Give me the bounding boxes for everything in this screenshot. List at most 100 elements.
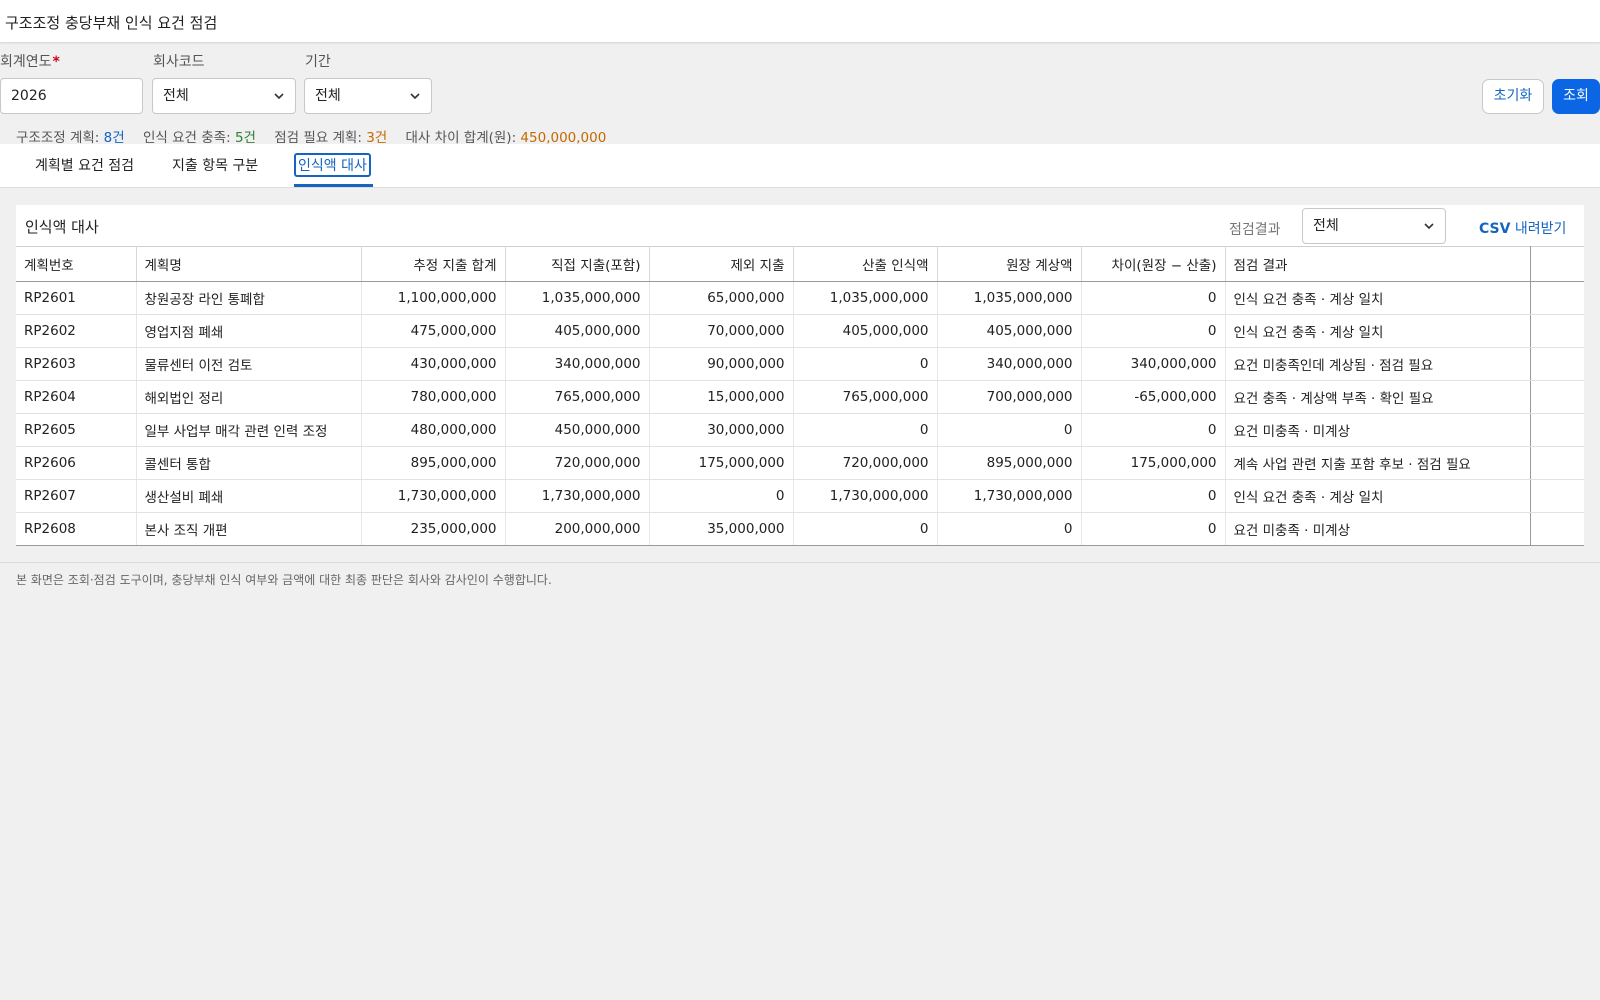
table-cell: 235,000,000 bbox=[361, 512, 506, 546]
table-cell-empty bbox=[1530, 512, 1584, 546]
table-cell: 1,035,000,000 bbox=[937, 281, 1082, 315]
table-cell: 요건 미충족 · 미계상 bbox=[1225, 413, 1531, 447]
table-cell: 405,000,000 bbox=[505, 314, 650, 348]
table-cell: 765,000,000 bbox=[505, 380, 650, 414]
table-cell: 340,000,000 bbox=[937, 347, 1082, 381]
table-header-row: 계획번호 계획명 추정 지출 합계 직접 지출(포함) 제외 지출 산출 인식액… bbox=[16, 246, 1584, 282]
table-cell: 65,000,000 bbox=[649, 281, 794, 315]
tab-plan-requirements[interactable]: 계획별 요건 점검 bbox=[35, 155, 134, 175]
footer-divider bbox=[0, 562, 1600, 563]
tab-expense-classification[interactable]: 지출 항목 구분 bbox=[172, 155, 258, 175]
table-row[interactable]: RP2603 물류센터 이전 검토 430,000,000 340,000,000 90… bbox=[16, 347, 1584, 381]
table-cell: 0 bbox=[1081, 413, 1226, 447]
table-cell: RP2604 bbox=[16, 380, 137, 414]
table-row[interactable]: RP2601 창원공장 라인 통폐합 1,100,000,000 1,035,000,… bbox=[16, 281, 1584, 315]
page-title: 구조조정 충당부채 인식 요건 점검 bbox=[5, 14, 218, 32]
chevron-down-icon bbox=[1424, 223, 1434, 230]
table-cell: 요건 미충족 · 미계상 bbox=[1225, 512, 1531, 546]
fiscal-year-input[interactable]: 2026 bbox=[0, 78, 143, 114]
table-cell: 340,000,000 bbox=[1081, 347, 1226, 381]
table-cell: 1,035,000,000 bbox=[793, 281, 938, 315]
table-cell: 15,000,000 bbox=[649, 380, 794, 414]
table-cell-empty bbox=[1530, 347, 1584, 381]
chevron-down-icon bbox=[410, 93, 420, 100]
table-cell: 0 bbox=[1081, 512, 1226, 546]
table-cell: 430,000,000 bbox=[361, 347, 506, 381]
table-row[interactable]: RP2607 생산설비 폐쇄 1,730,000,000 1,730,000,000 0… bbox=[16, 479, 1584, 513]
table-cell: 175,000,000 bbox=[649, 446, 794, 480]
table-cell: 720,000,000 bbox=[505, 446, 650, 480]
table-cell: 200,000,000 bbox=[505, 512, 650, 546]
table-row[interactable]: RP2602 영업지점 폐쇄 475,000,000 405,000,000 70,00… bbox=[16, 314, 1584, 348]
column-header[interactable]: 계획번호 bbox=[16, 246, 137, 282]
table-cell-empty bbox=[1530, 380, 1584, 414]
table-cell: 0 bbox=[1081, 314, 1226, 348]
table-cell: 계속 사업 관련 지출 포함 후보 · 점검 필요 bbox=[1225, 446, 1531, 480]
column-header[interactable]: 산출 인식액 bbox=[793, 246, 938, 282]
table-cell: -65,000,000 bbox=[1081, 380, 1226, 414]
table-cell: 요건 미충족인데 계상됨 · 점검 필요 bbox=[1225, 347, 1531, 381]
table-cell: 콜센터 통합 bbox=[136, 446, 362, 480]
table-cell-empty bbox=[1530, 314, 1584, 348]
tab-bar: 계획별 요건 점검 지출 항목 구분 인식액 대사 bbox=[0, 144, 1600, 188]
csv-download-link[interactable]: CSV 내려받기 bbox=[1479, 218, 1566, 238]
table-cell: 인식 요건 충족 · 계상 일치 bbox=[1225, 479, 1531, 513]
table-cell: RP2607 bbox=[16, 479, 137, 513]
table-cell: 1,730,000,000 bbox=[505, 479, 650, 513]
fiscal-year-label: 회계연도* bbox=[0, 54, 60, 70]
column-header[interactable]: 점검 결과 bbox=[1225, 246, 1531, 282]
company-code-select[interactable]: 전체 bbox=[152, 78, 296, 114]
table-cell: 본사 조직 개편 bbox=[136, 512, 362, 546]
table-cell: 해외법인 정리 bbox=[136, 380, 362, 414]
period-select[interactable]: 전체 bbox=[304, 78, 432, 114]
reset-button[interactable]: 초기화 bbox=[1482, 79, 1544, 114]
table-cell: 895,000,000 bbox=[361, 446, 506, 480]
table-cell: 765,000,000 bbox=[793, 380, 938, 414]
column-header[interactable]: 직접 지출(포함) bbox=[505, 246, 650, 282]
table-cell-empty bbox=[1530, 446, 1584, 480]
summary-bar: 구조조정 계획: 8건 인식 요건 충족: 5건 점검 필요 계획: 3건 대사… bbox=[16, 126, 620, 146]
table-cell: 720,000,000 bbox=[793, 446, 938, 480]
table-cell: 1,730,000,000 bbox=[937, 479, 1082, 513]
table-cell: 340,000,000 bbox=[505, 347, 650, 381]
table-cell: 0 bbox=[1081, 479, 1226, 513]
tab-recognition-reconciliation[interactable]: 인식액 대사 bbox=[294, 153, 371, 177]
table-cell: 0 bbox=[793, 413, 938, 447]
period-label: 기간 bbox=[305, 54, 331, 70]
result-filter-select[interactable]: 전체 bbox=[1302, 208, 1446, 244]
column-header[interactable]: 원장 계상액 bbox=[937, 246, 1082, 282]
column-header[interactable]: 제외 지출 bbox=[649, 246, 794, 282]
table-cell: 0 bbox=[793, 512, 938, 546]
table-cell: 생산설비 폐쇄 bbox=[136, 479, 362, 513]
table-cell: 1,035,000,000 bbox=[505, 281, 650, 315]
column-header[interactable]: 추정 지출 합계 bbox=[361, 246, 506, 282]
title-bar: 구조조정 충당부채 인식 요건 점검 bbox=[0, 0, 1600, 43]
table-row[interactable]: RP2604 해외법인 정리 780,000,000 765,000,000 15,00… bbox=[16, 380, 1584, 414]
table-row[interactable]: RP2605 일부 사업부 매각 관련 인력 조정 480,000,000 450,0… bbox=[16, 413, 1584, 447]
table-cell-empty bbox=[1530, 281, 1584, 315]
table-cell: 1,100,000,000 bbox=[361, 281, 506, 315]
table-cell: 780,000,000 bbox=[361, 380, 506, 414]
table-cell: RP2601 bbox=[16, 281, 137, 315]
table-cell: 0 bbox=[937, 413, 1082, 447]
table-cell: 1,730,000,000 bbox=[361, 479, 506, 513]
table-cell: 450,000,000 bbox=[505, 413, 650, 447]
table-cell: 30,000,000 bbox=[649, 413, 794, 447]
table-cell: RP2608 bbox=[16, 512, 137, 546]
result-filter-label: 점검결과 bbox=[1229, 222, 1281, 238]
table-cell: 0 bbox=[937, 512, 1082, 546]
column-header[interactable]: 차이(원장 − 산출) bbox=[1081, 246, 1226, 282]
table-cell: 영업지점 폐쇄 bbox=[136, 314, 362, 348]
table-row[interactable]: RP2608 본사 조직 개편 235,000,000 200,000,000 35,0… bbox=[16, 512, 1584, 546]
footnote: 본 화면은 조회·점검 도구이며, 충당부채 인식 여부와 금액에 대한 최종 … bbox=[16, 573, 552, 587]
table-cell: 1,730,000,000 bbox=[793, 479, 938, 513]
table-cell: 700,000,000 bbox=[937, 380, 1082, 414]
table-cell: RP2606 bbox=[16, 446, 137, 480]
search-button[interactable]: 조회 bbox=[1552, 79, 1600, 114]
column-header[interactable]: 계획명 bbox=[136, 246, 362, 282]
table-row[interactable]: RP2606 콜센터 통합 895,000,000 720,000,000 175,00… bbox=[16, 446, 1584, 480]
table-cell: 0 bbox=[793, 347, 938, 381]
table-cell: 480,000,000 bbox=[361, 413, 506, 447]
table-cell: 405,000,000 bbox=[937, 314, 1082, 348]
table-cell: 물류센터 이전 검토 bbox=[136, 347, 362, 381]
